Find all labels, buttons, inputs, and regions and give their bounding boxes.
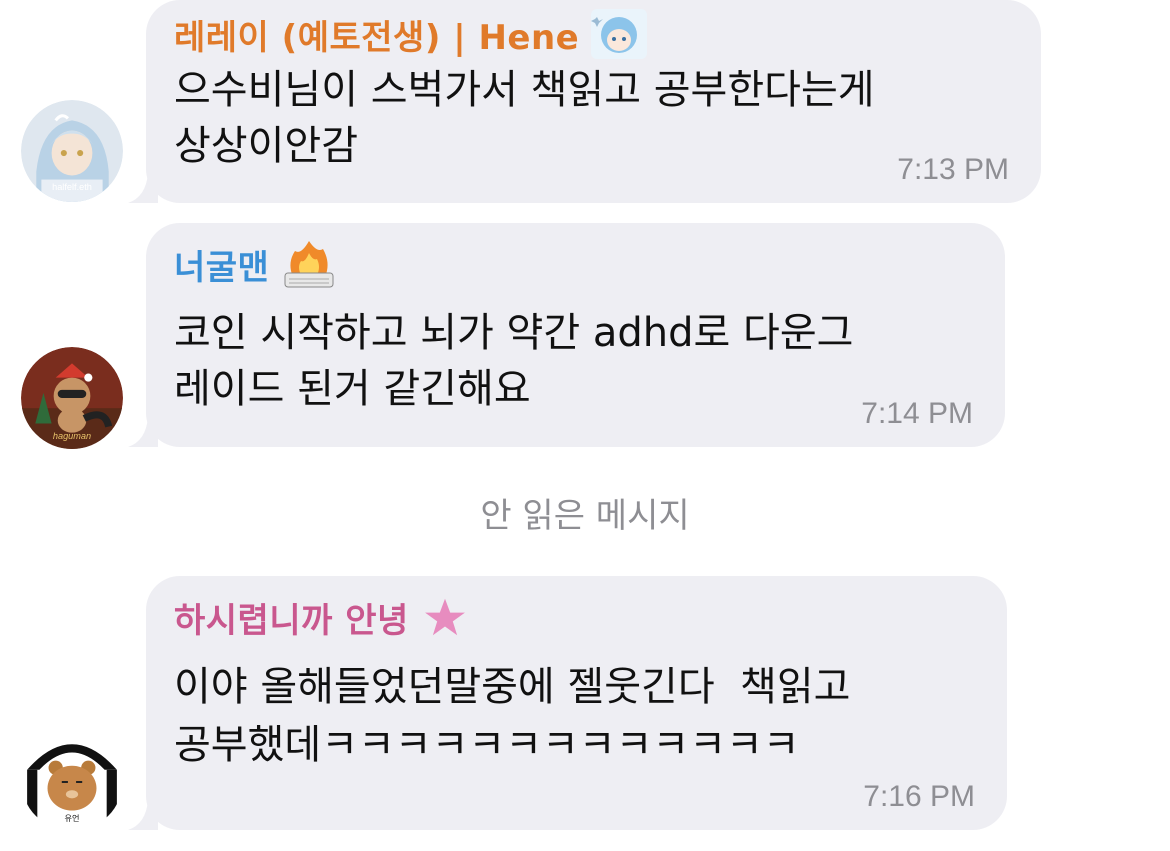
message-bubble[interactable]: 너굴맨 코인 시작하고 뇌가 약간 adhd로 다운그 레이드 된거 같긴해요 …	[128, 223, 1005, 447]
sender-name[interactable]: 하시렵니까 안녕	[174, 593, 409, 642]
avatar-raccoon-image: haguman	[21, 347, 123, 449]
message-text: 으수비님이 스벅가서 책읽고 공부한다는게 상상이안감	[174, 67, 875, 169]
sender-name[interactable]: 너굴맨	[174, 240, 269, 289]
message-time: 7:14 PM	[861, 397, 973, 430]
bubble-tail	[128, 417, 158, 447]
pink-star-icon	[424, 598, 465, 636]
avatar-anime-girl-image: halfelf.eth	[21, 100, 123, 202]
avatar-bear-image: 유언	[21, 729, 123, 831]
bubble-tail	[128, 173, 158, 203]
message-text: 코인 시작하고 뇌가 약간 adhd로 다운그 레이드 된거 같긴해요	[174, 310, 854, 412]
chibi-sticker-icon	[591, 9, 648, 59]
avatar-caption: 유언	[64, 813, 79, 823]
avatar[interactable]: haguman	[21, 347, 123, 449]
avatar[interactable]: halfelf.eth	[21, 100, 123, 202]
message-time: 7:16 PM	[863, 780, 975, 813]
avatar-caption: haguman	[53, 431, 91, 441]
unread-messages-divider: 안 읽은 메시지	[480, 496, 690, 536]
fire-keyboard-sticker-icon	[284, 241, 334, 288]
message-time: 7:13 PM	[897, 153, 1009, 186]
avatar-caption: halfelf.eth	[52, 182, 92, 192]
avatar[interactable]: 유언	[21, 729, 123, 831]
sender-name[interactable]: 레레이 (예토전생) | Hene	[174, 10, 579, 59]
bubble-tail	[128, 800, 158, 830]
message-bubble[interactable]: 레레이 (예토전생) | Hene 으수비님이 스벅가서 책읽고 공부한다는게 …	[128, 0, 1041, 203]
message-bubble[interactable]: 하시렵니까 안녕 이야 올해들었던말중에 젤웃긴다 책읽고 공부했데ㅋㅋㅋㅋㅋㅋ…	[128, 576, 1007, 830]
message-text: 이야 올해들었던말중에 젤웃긴다 책읽고 공부했데ㅋㅋㅋㅋㅋㅋㅋㅋㅋㅋㅋㅋㅋ	[174, 664, 851, 768]
chat-view: halfelf.eth 레레이 (예토전생) | Hene 으수비님이 스벅가서…	[0, 0, 1170, 851]
